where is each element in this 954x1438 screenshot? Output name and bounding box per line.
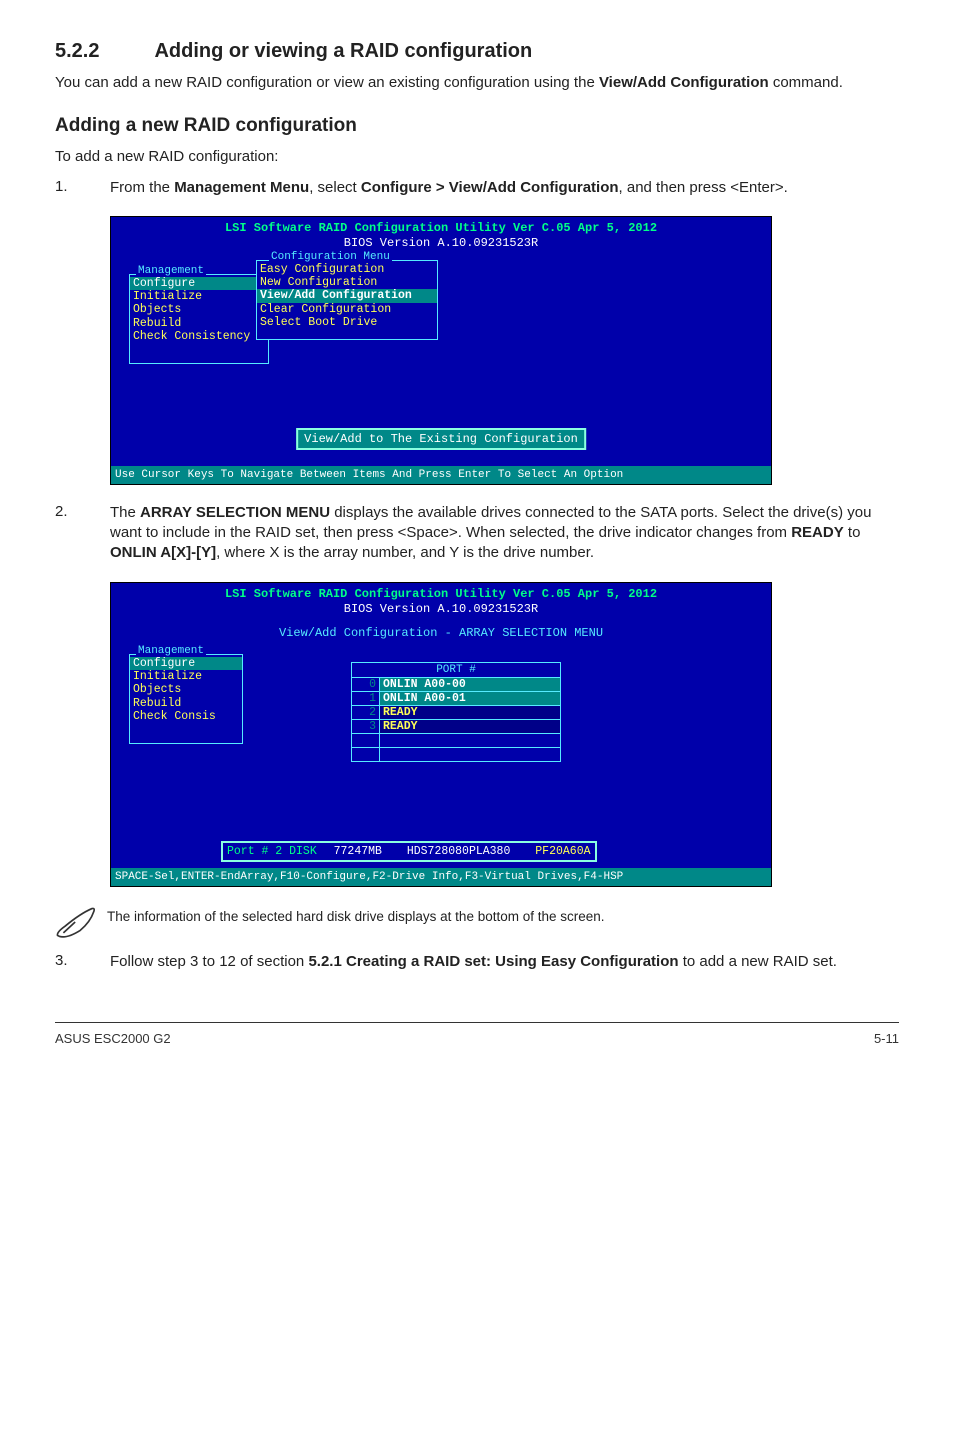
s3a: Follow step 3 to 12 of section xyxy=(110,953,308,970)
port-index xyxy=(351,748,380,762)
mgmt-item[interactable]: Initialize xyxy=(130,670,242,683)
config-item[interactable]: Select Boot Drive xyxy=(257,316,437,329)
page-footer: ASUS ESC2000 G2 5-11 xyxy=(55,1022,899,1046)
intro-bold: View/Add Configuration xyxy=(599,74,769,91)
bios2-footer: SPACE-Sel,ENTER-EndArray,F10-Configure,F… xyxy=(111,868,771,886)
port-index: 0 xyxy=(351,678,380,692)
s2d: READY xyxy=(791,524,844,541)
intro-paragraph: You can add a new RAID configuration or … xyxy=(55,73,899,93)
bios1-title: LSI Software RAID Configuration Utility … xyxy=(111,221,771,237)
s2g: , where X is the array number, and Y is … xyxy=(216,544,594,561)
port-row[interactable]: 1ONLIN A00-01 xyxy=(351,692,561,706)
bios2-title: LSI Software RAID Configuration Utility … xyxy=(111,587,771,603)
subsection-title: Adding a new RAID configuration xyxy=(55,115,899,137)
port-table-header: PORT # xyxy=(351,662,561,678)
s1c: , select xyxy=(309,179,361,196)
config-item[interactable]: New Configuration xyxy=(257,276,437,289)
port-value: READY xyxy=(380,706,561,720)
bios-screenshot-2: LSI Software RAID Configuration Utility … xyxy=(110,582,772,887)
port-index: 3 xyxy=(351,720,380,734)
footer-left: ASUS ESC2000 G2 xyxy=(55,1031,171,1046)
port-value: READY xyxy=(380,720,561,734)
port-row[interactable]: 3READY xyxy=(351,720,561,734)
config-item[interactable]: View/Add Configuration xyxy=(257,289,437,302)
port-index: 1 xyxy=(351,692,380,706)
step-number-3: 3. xyxy=(55,952,110,972)
bios2-selection-label: View/Add Configuration - ARRAY SELECTION… xyxy=(111,626,771,640)
note-callout: The information of the selected hard dis… xyxy=(55,905,899,944)
step-text-2: The ARRAY SELECTION MENU displays the av… xyxy=(110,503,899,564)
s1e: , and then press <Enter>. xyxy=(619,179,788,196)
mgmt-item[interactable]: Objects xyxy=(130,683,242,696)
s2f: ONLIN A[X]-[Y] xyxy=(110,544,216,561)
s1a: From the xyxy=(110,179,174,196)
port-row[interactable]: 2READY xyxy=(351,706,561,720)
section-title: Adding or viewing a RAID configuration xyxy=(154,40,532,62)
s1b: Management Menu xyxy=(174,179,309,196)
step-number-2: 2. xyxy=(55,503,110,564)
management-menu-2-label: Management xyxy=(136,645,206,657)
bios1-header: LSI Software RAID Configuration Utility … xyxy=(111,217,771,256)
s2a: The xyxy=(110,504,140,521)
bios1-version: BIOS Version A.10.09231523R xyxy=(111,236,771,252)
note-text: The information of the selected hard dis… xyxy=(97,905,605,924)
configuration-menu-label: Configuration Menu xyxy=(269,251,392,263)
footer-right: 5-11 xyxy=(874,1031,899,1046)
port-row[interactable] xyxy=(351,748,561,762)
section-number: 5.2.2 xyxy=(55,40,150,63)
mgmt-item[interactable]: Configure xyxy=(130,277,268,290)
bios2-version: BIOS Version A.10.09231523R xyxy=(111,602,771,618)
configuration-menu[interactable]: Configuration Menu Easy ConfigurationNew… xyxy=(256,260,438,340)
mgmt-item[interactable]: Rebuild xyxy=(130,317,268,330)
note-icon xyxy=(55,905,97,944)
mgmt-item[interactable]: Objects xyxy=(130,303,268,316)
bios1-footer: Use Cursor Keys To Navigate Between Item… xyxy=(111,466,771,484)
info-label: Port # 2 DISK xyxy=(227,845,317,858)
mgmt-item[interactable]: Check Consistency xyxy=(130,330,268,343)
port-table[interactable]: PORT # 0ONLIN A00-001ONLIN A00-012READY3… xyxy=(351,662,561,762)
port-value: ONLIN A00-01 xyxy=(380,692,561,706)
s3c: to add a new RAID set. xyxy=(679,953,837,970)
info-rev: PF20A60A xyxy=(535,845,590,858)
port-row[interactable] xyxy=(351,734,561,748)
section-header: 5.2.2 Adding or viewing a RAID configura… xyxy=(55,40,899,63)
subsection-intro: To add a new RAID configuration: xyxy=(55,147,899,167)
mgmt-item[interactable]: Configure xyxy=(130,657,242,670)
drive-info-bar: Port # 2 DISK 77247MB HDS728080PLA380 PF… xyxy=(221,841,597,862)
s3b: 5.2.1 Creating a RAID set: Using Easy Co… xyxy=(308,953,678,970)
mgmt-item[interactable]: Rebuild xyxy=(130,697,242,710)
management-menu[interactable]: Management ConfigureInitializeObjectsReb… xyxy=(129,274,269,364)
step-text-1: From the Management Menu, select Configu… xyxy=(110,178,899,198)
port-value xyxy=(380,748,561,762)
port-value: ONLIN A00-00 xyxy=(380,678,561,692)
info-model: HDS728080PLA380 xyxy=(407,845,511,858)
bios1-status-box: View/Add to The Existing Configuration xyxy=(296,428,586,450)
step-text-3: Follow step 3 to 12 of section 5.2.1 Cre… xyxy=(110,952,899,972)
mgmt-item[interactable]: Check Consis xyxy=(130,710,242,723)
port-index xyxy=(351,734,380,748)
management-menu-2[interactable]: Management ConfigureInitializeObjectsReb… xyxy=(129,654,243,744)
info-size: 77247MB xyxy=(334,845,382,858)
bios-screenshot-1: LSI Software RAID Configuration Utility … xyxy=(110,216,772,485)
port-value xyxy=(380,734,561,748)
s1d: Configure > View/Add Configuration xyxy=(361,179,619,196)
config-item[interactable]: Easy Configuration xyxy=(257,263,437,276)
mgmt-item[interactable]: Initialize xyxy=(130,290,268,303)
intro-text-a: You can add a new RAID configuration or … xyxy=(55,74,599,91)
config-item[interactable]: Clear Configuration xyxy=(257,303,437,316)
intro-text-c: command. xyxy=(769,74,843,91)
s2b: ARRAY SELECTION MENU xyxy=(140,504,330,521)
port-index: 2 xyxy=(351,706,380,720)
s2e: to xyxy=(844,524,861,541)
port-row[interactable]: 0ONLIN A00-00 xyxy=(351,678,561,692)
bios2-header: LSI Software RAID Configuration Utility … xyxy=(111,583,771,622)
step-number-1: 1. xyxy=(55,178,110,198)
management-menu-label: Management xyxy=(136,265,206,277)
